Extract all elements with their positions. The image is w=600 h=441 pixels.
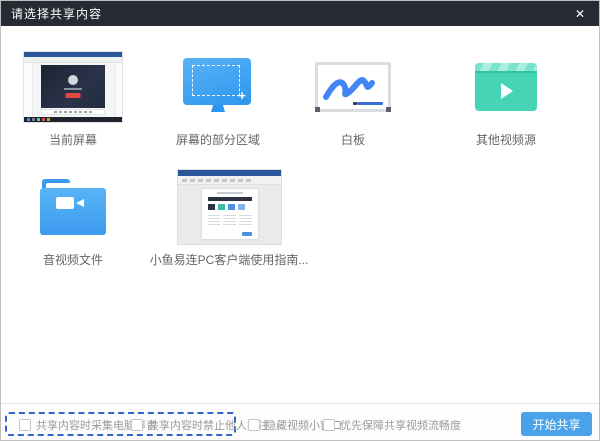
word-document-thumbnail-icon bbox=[176, 169, 282, 245]
partial-screen-icon: + bbox=[183, 58, 253, 116]
checkbox-prioritize-fluency[interactable]: 优先保障共享视频流畅度 bbox=[323, 417, 461, 433]
tile-current-screen[interactable]: 当前屏幕 bbox=[16, 46, 130, 148]
footer-bar: 共享内容时采集电脑声音 共享内容时禁止他人批注 隐藏视频小窗口 优先保障共享视频… bbox=[1, 403, 599, 440]
tile-label: 其他视频源 bbox=[475, 133, 536, 147]
whiteboard-icon bbox=[315, 62, 391, 112]
tile-label: 白板 bbox=[340, 133, 365, 147]
tile-label: 音视频文件 bbox=[42, 253, 103, 267]
tile-document-window[interactable]: 小鱼易连PC客户端使用指南... bbox=[150, 166, 308, 268]
current-screen-thumbnail-icon bbox=[23, 51, 123, 123]
checkbox-box[interactable] bbox=[323, 419, 335, 431]
tile-other-video-source[interactable]: 其他视频源 bbox=[439, 46, 573, 148]
tile-audio-video-file[interactable]: 音视频文件 bbox=[16, 166, 130, 268]
tile-label: 屏幕的部分区域 bbox=[175, 133, 260, 147]
close-icon[interactable]: ✕ bbox=[567, 1, 593, 26]
dialog-title: 请选择共享内容 bbox=[11, 7, 103, 21]
share-content-dialog: 请选择共享内容 ✕ 当前屏幕 + 屏幕的部分区域 白板 其他视频源 音视频文件 … bbox=[0, 0, 600, 441]
dialog-titlebar: 请选择共享内容 ✕ bbox=[1, 1, 599, 26]
tile-label: 小鱼易连PC客户端使用指南... bbox=[149, 253, 309, 267]
video-clapper-icon bbox=[475, 63, 537, 111]
tile-whiteboard[interactable]: 白板 bbox=[294, 46, 412, 148]
tile-partial-screen-area[interactable]: + 屏幕的部分区域 bbox=[159, 46, 277, 148]
checkbox-box[interactable] bbox=[248, 419, 260, 431]
tile-label: 当前屏幕 bbox=[48, 133, 97, 147]
checkbox-label: 优先保障共享视频流畅度 bbox=[340, 420, 461, 432]
video-folder-icon bbox=[40, 179, 106, 235]
checkbox-box[interactable] bbox=[131, 419, 143, 431]
start-share-button[interactable]: 开始共享 bbox=[521, 412, 592, 436]
checkbox-box[interactable] bbox=[19, 419, 31, 431]
